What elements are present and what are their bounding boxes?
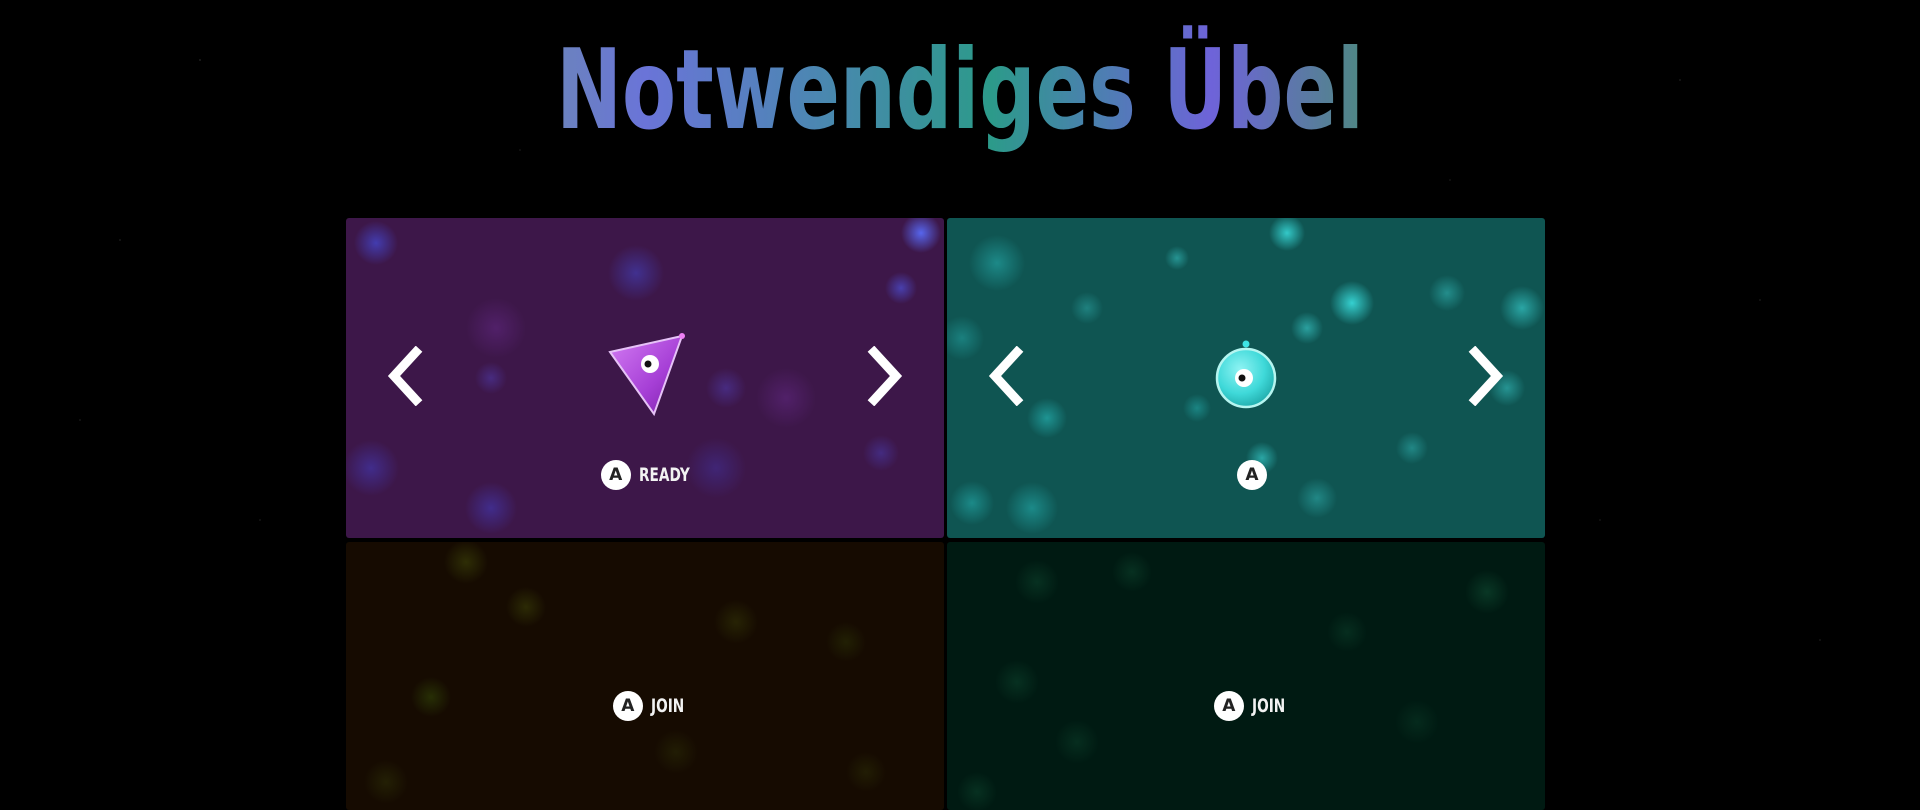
a-button-glyph: A xyxy=(609,464,623,485)
player-2-prev-character-button[interactable] xyxy=(987,346,1027,406)
player-4-bokeh-background xyxy=(947,542,1545,810)
player-1-character xyxy=(600,330,690,420)
player-1-next-character-button[interactable] xyxy=(864,346,904,406)
a-button-icon: A xyxy=(1213,691,1244,721)
a-button-icon: A xyxy=(1237,460,1267,490)
player-3-status: A JOIN xyxy=(346,691,944,721)
player-1-panel[interactable]: A READY xyxy=(346,218,944,538)
player-2-next-character-button[interactable] xyxy=(1465,346,1505,406)
player-2-status: A xyxy=(947,460,1545,490)
a-button-glyph: A xyxy=(1245,464,1259,485)
a-button-icon: A xyxy=(612,691,643,721)
chevron-right-icon xyxy=(867,346,903,406)
a-button-glyph: A xyxy=(1222,695,1236,716)
player-1-status: A READY xyxy=(346,460,944,490)
player-1-prev-character-button[interactable] xyxy=(386,346,426,406)
a-button-glyph: A xyxy=(621,695,635,716)
triangle-character-icon xyxy=(608,333,685,417)
player-select-grid: A READY A A JOIN A JOIN xyxy=(0,0,1920,810)
a-button-icon: A xyxy=(600,460,631,490)
chevron-right-icon xyxy=(1468,346,1504,406)
player-2-character xyxy=(1201,330,1291,420)
player-4-status: A JOIN xyxy=(947,691,1545,721)
player-4-panel[interactable]: A JOIN xyxy=(947,542,1545,810)
player-1-status-label: READY xyxy=(638,464,690,486)
player-3-panel[interactable]: A JOIN xyxy=(346,542,944,810)
player-4-join-label: JOIN xyxy=(1251,695,1286,717)
player-3-join-label: JOIN xyxy=(650,695,685,717)
chevron-left-icon xyxy=(988,346,1024,406)
chevron-left-icon xyxy=(387,346,423,406)
player-2-panel[interactable]: A xyxy=(947,218,1545,538)
player-3-bokeh-background xyxy=(346,542,944,810)
circle-character-icon xyxy=(1215,340,1277,409)
